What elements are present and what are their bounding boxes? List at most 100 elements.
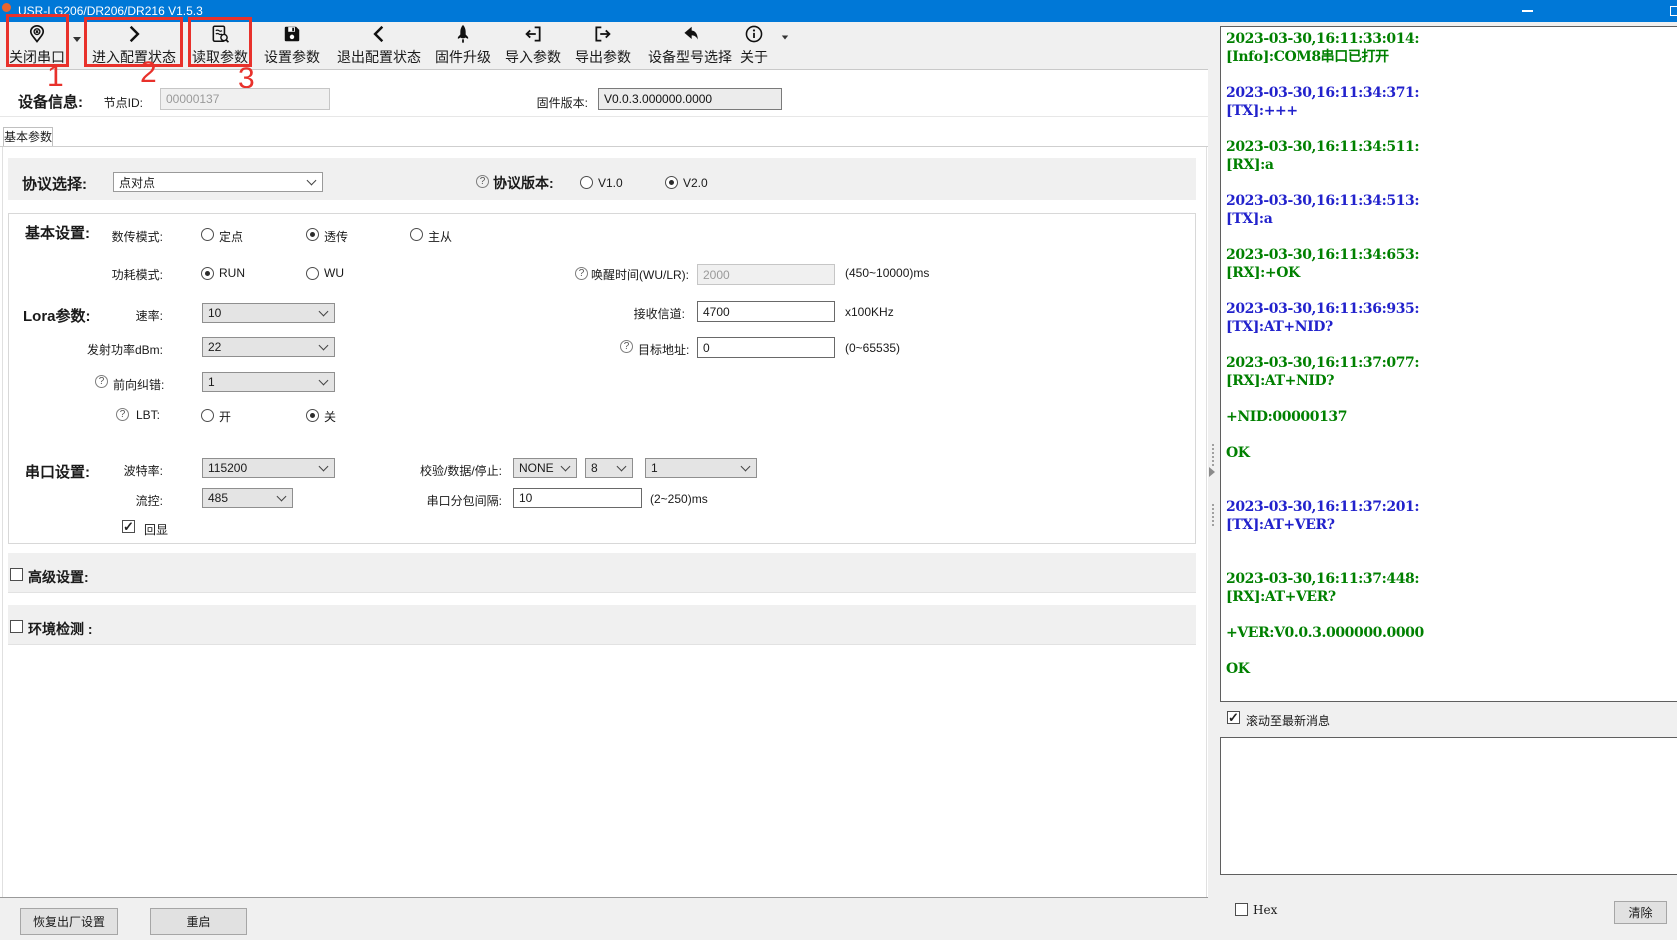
tx-power-combo[interactable]: 22 — [202, 337, 335, 357]
protocol-select-combo[interactable]: 点对点 — [113, 172, 323, 192]
restart-button[interactable]: 重启 — [150, 908, 247, 935]
help-icon[interactable]: ? — [95, 375, 108, 388]
hex-label: Hex — [1253, 903, 1277, 917]
splitter-grip-dot — [1212, 452, 1214, 454]
annotation-number-1: 1 — [47, 60, 64, 94]
baud-combo[interactable]: 115200 — [202, 458, 335, 478]
advanced-checkbox[interactable] — [10, 568, 23, 581]
mode-transparent-label: 透传 — [324, 228, 348, 245]
target-addr-input[interactable]: 0 — [697, 337, 835, 358]
protocol-v2-label: V2.0 — [683, 176, 708, 190]
interval-label: 串口分包间隔: — [417, 492, 502, 509]
databits-value: 8 — [591, 461, 598, 475]
toolbar-button-export-params[interactable]: 导出参数 — [573, 24, 633, 68]
power-wu-radio[interactable] — [306, 267, 319, 280]
splitter-arrow-icon[interactable] — [1209, 467, 1215, 477]
advanced-settings-bar — [8, 553, 1196, 593]
log-line: [TX]:AT+VER? — [1226, 516, 1677, 534]
toolbar-button-save-params[interactable]: 设置参数 — [262, 24, 322, 68]
toolbar-button-firmware-upgrade[interactable]: 固件升级 — [433, 24, 493, 68]
log-line — [1226, 66, 1677, 84]
rate-label: 速率: — [103, 307, 163, 324]
splitter-grip-dot — [1212, 524, 1214, 526]
log-output[interactable]: 2023-03-30,16:11:33:014:[Info]:COM8串口已打开… — [1220, 26, 1677, 702]
node-id-input[interactable]: 00000137 — [160, 88, 330, 110]
log-line: 2023-03-30,16:11:37:201: — [1226, 498, 1677, 516]
chevron-down-icon — [741, 462, 751, 472]
tab-basic-params[interactable]: 基本参数 — [3, 127, 53, 147]
parity-combo[interactable]: NONE — [513, 458, 577, 478]
channel-hint: x100KHz — [845, 305, 894, 319]
channel-input[interactable]: 4700 — [697, 301, 835, 322]
power-run-label: RUN — [219, 266, 245, 280]
mode-master-label: 主从 — [428, 228, 452, 245]
environment-checkbox[interactable] — [10, 620, 23, 633]
hex-checkbox[interactable] — [1235, 903, 1248, 916]
rate-combo[interactable]: 10 — [202, 303, 335, 323]
protocol-select-value: 点对点 — [119, 174, 155, 191]
toolbar-button-label: 固件升级 — [435, 47, 491, 67]
toolbar-button-device-model[interactable]: 设备型号选择 — [643, 24, 737, 68]
toolbar-button-label: 导出参数 — [575, 47, 631, 67]
echo-checkbox[interactable] — [122, 520, 135, 533]
chevron-down-icon — [307, 176, 317, 186]
protocol-select-label: 协议选择: — [22, 173, 87, 194]
toolbar-button-exit-config[interactable]: 退出配置状态 — [333, 24, 425, 68]
lbt-off-radio[interactable] — [306, 409, 319, 422]
fec-combo[interactable]: 1 — [202, 372, 335, 392]
app-icon — [2, 3, 11, 12]
target-addr-label: 目标地址: — [638, 341, 689, 358]
wake-time-label: 唤醒时间(WU/LR): — [591, 266, 689, 283]
mode-transparent-radio[interactable] — [306, 228, 319, 241]
lbt-label: LBT: — [136, 408, 160, 422]
log-line: OK — [1226, 444, 1677, 462]
divider-line — [0, 116, 1208, 117]
help-icon[interactable]: ? — [575, 267, 588, 280]
power-run-radio[interactable] — [201, 267, 214, 280]
splitter-grip-dot — [1212, 456, 1214, 458]
splitter-grip-dot — [1212, 460, 1214, 462]
help-icon[interactable]: ? — [116, 408, 129, 421]
echo-label: 回显 — [144, 521, 168, 538]
baud-value: 115200 — [208, 461, 247, 475]
parity-value: NONE — [519, 461, 554, 475]
send-input-area[interactable] — [1220, 737, 1677, 875]
help-icon[interactable]: ? — [476, 175, 489, 188]
log-line: 2023-03-30,16:11:33:014: — [1226, 30, 1677, 48]
log-line: [RX]:+OK — [1226, 264, 1677, 282]
clear-button[interactable]: 清除 — [1614, 901, 1667, 924]
scroll-latest-checkbox[interactable] — [1227, 711, 1240, 724]
protocol-v1-radio[interactable] — [580, 176, 593, 189]
lbt-on-radio[interactable] — [201, 409, 214, 422]
databits-combo[interactable]: 8 — [585, 458, 633, 478]
mode-fixed-radio[interactable] — [201, 228, 214, 241]
toolbar-button-label: 关于 — [740, 47, 768, 67]
scroll-latest-label: 滚动至最新消息 — [1246, 712, 1330, 729]
firmware-version-input[interactable]: V0.0.3.000000.0000 — [598, 88, 782, 110]
wake-time-input[interactable]: 2000 — [697, 264, 835, 285]
toolbar-button-import-params[interactable]: 导入参数 — [503, 24, 563, 68]
basic-settings-label: 基本设置: — [25, 222, 90, 243]
splitter-grip-dot — [1212, 448, 1214, 450]
maximize-button[interactable] — [1670, 6, 1677, 16]
minimize-button[interactable] — [1522, 10, 1533, 12]
flow-label: 流控: — [133, 492, 163, 509]
chevron-down-icon — [319, 341, 329, 351]
annotation-box-2 — [84, 17, 183, 67]
toolbar-button-label: 设置参数 — [264, 47, 320, 67]
about-dropdown-caret[interactable] — [782, 36, 788, 40]
help-icon[interactable]: ? — [620, 340, 633, 353]
factory-reset-button[interactable]: 恢复出厂设置 — [20, 908, 118, 935]
power-wu-label: WU — [324, 266, 344, 280]
tx-power-label: 发射功率dBm: — [83, 341, 163, 358]
log-line: +NID:00000137 — [1226, 408, 1677, 426]
protocol-v2-radio[interactable] — [665, 176, 678, 189]
toolbar-button-about[interactable]: 关于 — [740, 24, 768, 68]
flow-combo[interactable]: 485 — [202, 488, 293, 508]
device-model-icon — [680, 24, 700, 44]
serial-port-dropdown-caret[interactable] — [73, 37, 81, 42]
log-line: 2023-03-30,16:11:34:513: — [1226, 192, 1677, 210]
stopbits-combo[interactable]: 1 — [645, 458, 757, 478]
mode-master-radio[interactable] — [410, 228, 423, 241]
interval-input[interactable]: 10 — [513, 488, 642, 508]
